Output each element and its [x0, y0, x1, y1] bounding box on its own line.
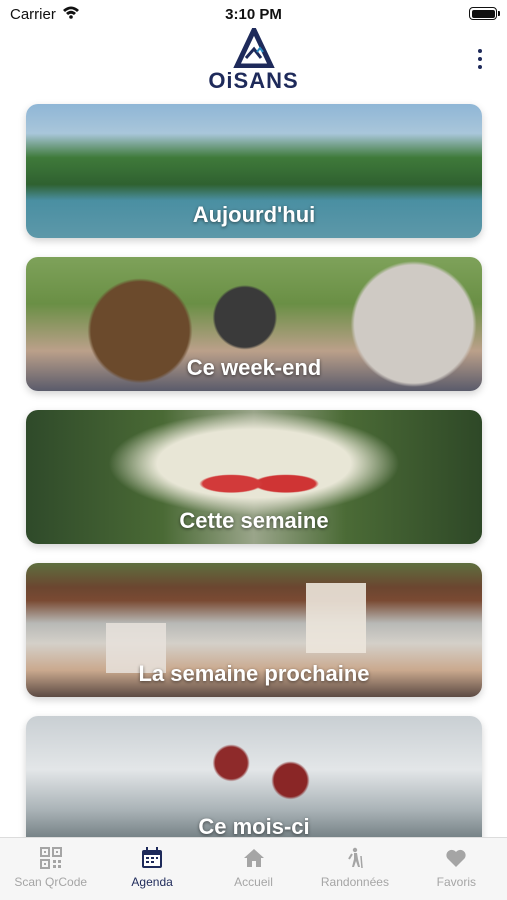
card-label: Ce week-end [186, 355, 322, 380]
qrcode-icon [39, 847, 62, 869]
tab-label: Accueil [234, 875, 273, 889]
clock: 3:10 PM [225, 6, 282, 23]
tab-scan-qrcode[interactable]: Scan QrCode [0, 838, 101, 900]
card-label: La semaine prochaine [138, 661, 370, 686]
home-icon [243, 847, 265, 869]
heart-icon [445, 847, 467, 869]
card-next-week[interactable]: La semaine prochaine [26, 563, 482, 697]
tab-label: Randonnées [320, 875, 389, 889]
battery-icon [469, 7, 500, 20]
agenda-card-list: Aujourd'hui Ce week-end Cette semaine La… [26, 104, 482, 869]
tab-bar: Scan QrCode Agenda Accueil Randonnées Fa… [0, 837, 507, 900]
card-label: Aujourd'hui [192, 202, 316, 227]
tab-label: Agenda [131, 875, 173, 889]
tab-agenda[interactable]: Agenda [101, 838, 202, 900]
mountain-logo-icon [232, 28, 275, 68]
tab-favoris[interactable]: Favoris [406, 838, 507, 900]
more-options-icon[interactable] [475, 49, 485, 73]
card-this-week[interactable]: Cette semaine [26, 410, 482, 544]
tab-label: Scan QrCode [14, 875, 88, 889]
oisans-logo: OiSANS [0, 28, 507, 94]
tab-accueil[interactable]: Accueil [203, 838, 304, 900]
calendar-icon [141, 847, 163, 869]
hiker-icon [344, 847, 366, 869]
tab-label: Favoris [436, 875, 476, 889]
card-label: Cette semaine [179, 508, 329, 533]
card-today[interactable]: Aujourd'hui [26, 104, 482, 238]
tab-randonnees[interactable]: Randonnées [304, 838, 405, 900]
card-weekend[interactable]: Ce week-end [26, 257, 482, 391]
logo-text: OiSANS [208, 68, 299, 93]
status-bar: Carrier 3:10 PM [0, 0, 507, 28]
card-this-month[interactable]: Ce mois-ci [26, 716, 482, 850]
